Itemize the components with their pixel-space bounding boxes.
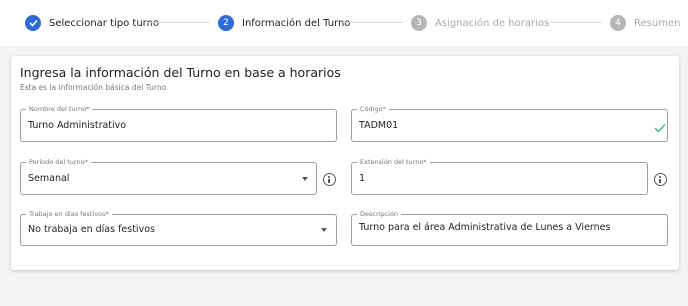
check-icon <box>654 124 666 133</box>
step-number: 4 <box>610 15 626 31</box>
step-resumen[interactable]: 4 Resumen <box>610 13 680 33</box>
step-number: 2 <box>218 15 234 31</box>
step-informacion-del-turno[interactable]: 2 Información del Turno <box>218 13 350 33</box>
step-connector <box>343 22 403 23</box>
extension-turno-field[interactable]: Extensión del turno* 1 <box>351 158 648 195</box>
chevron-down-icon <box>321 228 327 232</box>
step-label: Asignación de horarios <box>435 17 550 29</box>
nombre-turno-field[interactable]: Nombre del turno* Turno Administrativo <box>20 105 337 142</box>
field-value: Turno para el área Administrativa de Lun… <box>359 222 611 233</box>
field-value: TADM01 <box>359 120 399 131</box>
step-seleccionar-tipo-turno[interactable]: Seleccionar tipo turno <box>25 13 159 33</box>
step-connector <box>147 22 210 23</box>
codigo-field[interactable]: Código* TADM01 <box>351 105 668 142</box>
info-icon[interactable] <box>323 173 336 186</box>
step-label: Resumen <box>634 17 681 29</box>
field-label: Período del turno* <box>26 158 91 167</box>
field-value: 1 <box>359 173 366 184</box>
field-label: Nombre del turno* <box>26 105 93 114</box>
stepper: Seleccionar tipo turno 2 Información del… <box>0 0 688 46</box>
step-done-check-icon <box>25 15 41 31</box>
info-icon[interactable] <box>654 173 667 186</box>
chevron-down-icon <box>302 177 308 181</box>
field-value: Semanal <box>28 173 70 184</box>
step-connector <box>540 22 602 23</box>
field-label: Código* <box>357 105 389 114</box>
step-asignacion-de-horarios[interactable]: 3 Asignación de horarios <box>411 13 549 33</box>
field-label: Trabajo en días festivos* <box>26 210 112 219</box>
step-label: Seleccionar tipo turno <box>49 17 160 29</box>
field-value: Turno Administrativo <box>28 120 127 131</box>
form-title: Ingresa la información del Turno en base… <box>20 65 341 80</box>
periodo-turno-select[interactable]: Período del turno* Semanal <box>20 158 317 195</box>
step-number: 3 <box>411 15 427 31</box>
step-label: Información del Turno <box>242 17 351 29</box>
festivos-select[interactable]: Trabajo en días festivos* No trabaja en … <box>20 210 337 246</box>
form-subtitle: Esta es la información básica del Turno <box>20 83 167 92</box>
descripcion-field[interactable]: Descripción Turno para el área Administr… <box>351 210 668 246</box>
field-label: Extensión del turno* <box>357 158 430 167</box>
field-label: Descripción <box>357 210 402 219</box>
turno-form-card: Ingresa la información del Turno en base… <box>11 56 679 270</box>
field-value: No trabaja en días festivos <box>28 224 155 235</box>
